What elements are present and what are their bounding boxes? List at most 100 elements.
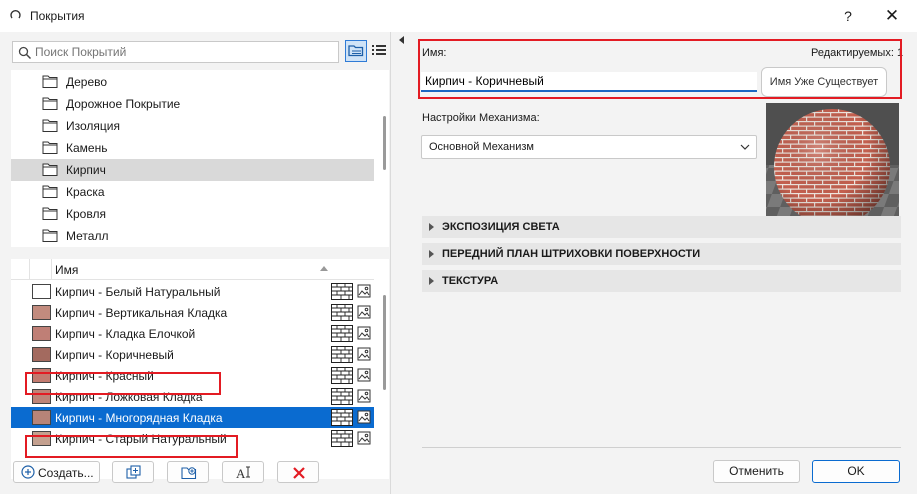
list-item[interactable]: Кирпич - Вертикальная Кладка	[11, 302, 374, 323]
tree-item-label: Изоляция	[66, 119, 120, 133]
column-name-header[interactable]: Имя	[55, 263, 78, 277]
tree-item-label: Кирпич	[66, 163, 106, 177]
delete-icon	[293, 467, 305, 479]
section-light-exposure[interactable]: ЭКСПОЗИЦИЯ СВЕТА	[422, 216, 901, 238]
section-surface-hatch[interactable]: ПЕРЕДНИЙ ПЛАН ШТРИХОВКИ ПОВЕРХНОСТИ	[422, 243, 901, 265]
hatch-pattern-icon	[331, 430, 353, 447]
search-box[interactable]	[12, 41, 339, 63]
list-scrollbar[interactable]	[383, 295, 386, 390]
folder-icon	[42, 229, 58, 242]
plus-circle-icon	[21, 465, 35, 479]
list-item-label: Кирпич - Кладка Елочкой	[55, 327, 196, 341]
tree-item-label: Камень	[66, 141, 108, 155]
tree-item-roofing[interactable]: Кровля	[11, 203, 374, 225]
close-button[interactable]: ✕	[880, 5, 904, 27]
texture-icon	[357, 347, 371, 361]
sort-asc-icon	[320, 266, 328, 271]
folder-icon	[42, 97, 58, 110]
delete-button[interactable]	[277, 461, 319, 483]
tree-item-label: Кровля	[66, 207, 106, 221]
new-folder-icon	[181, 467, 197, 480]
list-view-button[interactable]	[369, 40, 391, 62]
tree-item-insulation[interactable]: Изоляция	[11, 115, 374, 137]
list-icon	[372, 45, 386, 55]
texture-icon	[357, 305, 371, 319]
folder-icon	[42, 185, 58, 198]
section-title: ТЕКСТУРА	[442, 275, 499, 287]
collapse-panel-icon[interactable]	[399, 36, 404, 44]
expand-icon	[429, 277, 434, 285]
create-button[interactable]: Создать...	[13, 461, 100, 483]
list-item-label: Кирпич - Многорядная Кладка	[55, 411, 223, 425]
tree-item-road[interactable]: Дорожное Покрытие	[11, 93, 374, 115]
list-item-label: Кирпич - Белый Натуральный	[55, 285, 221, 299]
texture-icon	[357, 368, 371, 382]
texture-icon	[357, 389, 371, 403]
engine-select[interactable]: Основной Механизм	[421, 135, 757, 159]
tree-item-stone[interactable]: Камень	[11, 137, 374, 159]
color-swatch	[32, 305, 51, 320]
folder-icon	[42, 141, 58, 154]
list-item[interactable]: Кирпич - Многорядная Кладка	[11, 407, 374, 428]
details-panel: Имя: Редактируемых: 1 Имя Уже Существует…	[390, 32, 917, 494]
title-bar: Покрытия ? ✕	[0, 0, 917, 32]
folder-icon	[42, 163, 58, 176]
list-item-label: Кирпич - Коричневый	[55, 348, 174, 362]
expand-icon	[429, 223, 434, 231]
texture-icon	[357, 326, 371, 340]
list-item[interactable]: Кирпич - Кладка Елочкой	[11, 323, 374, 344]
texture-icon	[357, 284, 371, 298]
app-icon	[10, 9, 21, 19]
duplicate-icon	[126, 465, 141, 479]
rename-icon: A	[236, 466, 250, 480]
list-item[interactable]: Кирпич - Коричневый	[11, 344, 374, 365]
hatch-pattern-icon	[331, 346, 353, 363]
folder-tree: Дерево Дорожное Покрытие Изоляция Камень…	[11, 70, 389, 247]
ok-button[interactable]: OK	[812, 460, 900, 483]
duplicate-button[interactable]	[112, 461, 154, 483]
window-title: Покрытия	[30, 9, 85, 23]
hatch-pattern-icon	[331, 325, 353, 342]
highlight-brown-row	[25, 372, 221, 395]
color-swatch	[32, 284, 51, 299]
tree-item-metal[interactable]: Металл	[11, 225, 374, 247]
tree-item-wood[interactable]: Дерево	[11, 71, 374, 93]
search-input[interactable]	[35, 44, 335, 60]
folder-tree-icon	[348, 45, 364, 57]
color-swatch	[32, 347, 51, 362]
color-swatch	[32, 326, 51, 341]
folder-icon	[42, 207, 58, 220]
hatch-pattern-icon	[331, 283, 353, 300]
rename-button[interactable]: A	[222, 461, 264, 483]
list-header[interactable]: Имя	[11, 259, 374, 280]
cancel-button[interactable]: Отменить	[713, 460, 800, 483]
color-swatch	[32, 410, 51, 425]
library-panel: Дерево Дорожное Покрытие Изоляция Камень…	[0, 32, 390, 494]
tree-item-label: Краска	[66, 185, 105, 199]
tree-item-paint[interactable]: Краска	[11, 181, 374, 203]
tree-item-label: Металл	[66, 229, 109, 243]
svg-text:A: A	[236, 466, 246, 480]
list-item[interactable]: Кирпич - Белый Натуральный	[11, 281, 374, 302]
tree-item-brick[interactable]: Кирпич	[11, 159, 374, 181]
highlight-selected-row	[25, 435, 238, 458]
engine-label: Настройки Механизма:	[422, 112, 540, 124]
hatch-pattern-icon	[331, 409, 353, 426]
texture-icon	[357, 410, 371, 424]
section-title: ЭКСПОЗИЦИЯ СВЕТА	[442, 221, 560, 233]
help-button[interactable]: ?	[838, 6, 858, 26]
tree-item-label: Дорожное Покрытие	[66, 97, 181, 111]
create-button-label: Создать...	[38, 466, 94, 480]
section-texture[interactable]: ТЕКСТУРА	[422, 270, 901, 292]
tree-scrollbar[interactable]	[383, 116, 386, 170]
hatch-pattern-icon	[331, 304, 353, 321]
list-item-label: Кирпич - Вертикальная Кладка	[55, 306, 228, 320]
highlight-name-box	[418, 39, 902, 99]
hatch-pattern-icon	[331, 367, 353, 384]
hatch-pattern-icon	[331, 388, 353, 405]
texture-icon	[357, 431, 371, 445]
divider	[422, 447, 901, 448]
new-folder-button[interactable]	[167, 461, 209, 483]
folder-icon	[42, 119, 58, 132]
folder-view-button[interactable]	[345, 40, 367, 62]
